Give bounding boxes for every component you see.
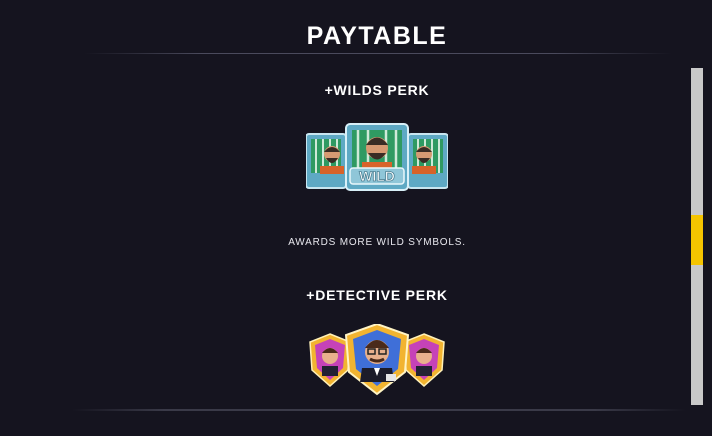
bottom-divider bbox=[72, 409, 686, 411]
detective-perk-heading: +DETECTIVE PERK bbox=[306, 287, 448, 303]
wilds-perk-description: AWARDS MORE WILD SYMBOLS. bbox=[288, 237, 466, 248]
wild-symbol-text: WILD bbox=[359, 168, 395, 184]
page-title: PAYTABLE bbox=[306, 22, 448, 50]
wilds-perk-heading: +WILDS PERK bbox=[324, 82, 430, 98]
detective-symbol-icon bbox=[306, 324, 448, 396]
wild-symbol-icon: WILD bbox=[306, 122, 448, 194]
scrollbar[interactable] bbox=[691, 68, 703, 405]
paytable-screen: PAYTABLE +WILDS PERK WILD AWARDS MORE WI… bbox=[0, 0, 712, 436]
title-divider bbox=[84, 53, 672, 54]
paytable-content[interactable]: +WILDS PERK WILD AWARDS MORE WILD SYMBOL… bbox=[80, 56, 680, 406]
scrollbar-thumb[interactable] bbox=[691, 215, 703, 265]
